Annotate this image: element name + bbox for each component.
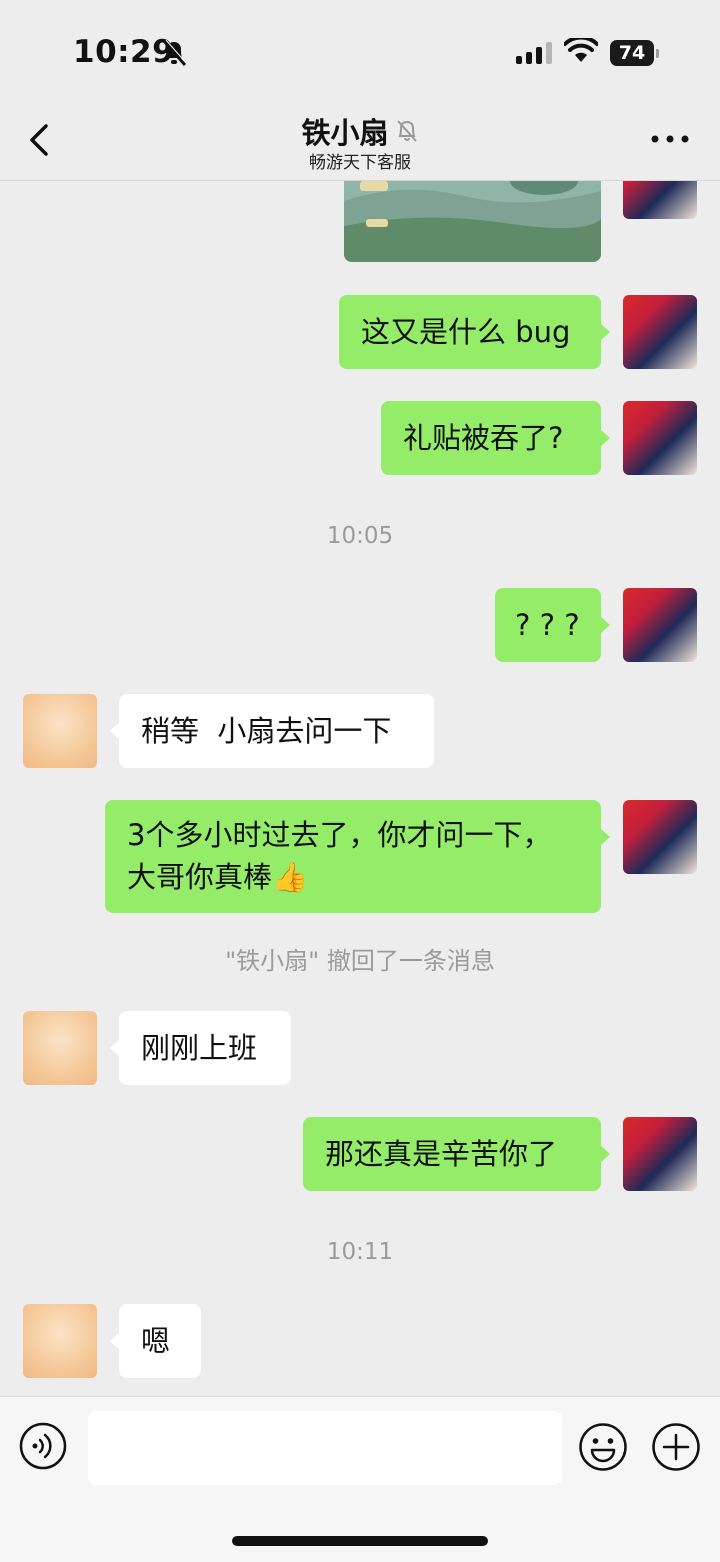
more-options-icon[interactable] bbox=[650, 134, 690, 144]
message-list[interactable]: 这又是什么 bug 礼贴被吞了? 10:05 ? ? ? 稍等 小扇去问一下 3… bbox=[0, 181, 720, 1396]
message-timestamp: 10:05 bbox=[326, 523, 394, 549]
message-text-line-2: 大哥你真棒 bbox=[127, 860, 273, 894]
message-timestamp: 10:11 bbox=[326, 1239, 394, 1265]
message-text: 那还真是辛苦你了 bbox=[325, 1137, 558, 1171]
message-text-line-1: 3个多小时过去了，你才问一下， bbox=[127, 818, 552, 852]
message-text: 刚刚上班 bbox=[141, 1031, 258, 1065]
message-bubble-received[interactable]: 嗯 bbox=[110, 1304, 201, 1378]
emoji-icon[interactable] bbox=[578, 1422, 628, 1472]
battery-indicator: 74 bbox=[610, 40, 659, 66]
mute-bell-icon bbox=[396, 120, 417, 142]
message-text: 嗯 bbox=[141, 1324, 171, 1358]
voice-input-icon[interactable] bbox=[19, 1422, 67, 1470]
status-time: 10:29 bbox=[73, 34, 175, 70]
message-bubble-received[interactable]: 刚刚上班 bbox=[110, 1011, 291, 1085]
home-indicator[interactable] bbox=[232, 1536, 488, 1546]
avatar-me[interactable] bbox=[623, 588, 697, 662]
message-text: 礼贴被吞了? bbox=[403, 421, 564, 455]
avatar-me[interactable] bbox=[623, 1117, 697, 1191]
bell-off-icon bbox=[162, 39, 188, 66]
avatar-contact[interactable] bbox=[23, 1011, 97, 1085]
avatar-contact[interactable] bbox=[23, 1304, 97, 1378]
message-bubble-sent[interactable]: 那还真是辛苦你了 bbox=[303, 1117, 610, 1191]
avatar-me[interactable] bbox=[623, 401, 697, 475]
chat-title: 铁小扇 bbox=[301, 116, 389, 150]
image-message[interactable] bbox=[344, 181, 601, 262]
thumbs-up-emoji: 👍 bbox=[272, 860, 309, 894]
message-bubble-sent[interactable]: 礼贴被吞了? bbox=[381, 401, 610, 475]
avatar-me[interactable] bbox=[623, 800, 697, 874]
avatar-me[interactable] bbox=[623, 181, 697, 219]
message-bubble-sent[interactable]: ? ? ? bbox=[495, 588, 610, 662]
game-screenshot-thumbnail bbox=[344, 181, 601, 262]
cellular-signal-icon bbox=[516, 42, 552, 64]
avatar-contact[interactable] bbox=[23, 694, 97, 768]
plus-icon[interactable] bbox=[651, 1422, 701, 1472]
wifi-icon bbox=[564, 38, 598, 62]
avatar-me[interactable] bbox=[623, 295, 697, 369]
message-bubble-received[interactable]: 稍等 小扇去问一下 bbox=[110, 694, 434, 768]
status-bar: 10:29 74 bbox=[0, 0, 720, 100]
message-input[interactable] bbox=[88, 1411, 562, 1485]
message-text: ? ? ? bbox=[515, 608, 580, 642]
chat-header: 铁小扇 畅游天下客服 bbox=[0, 100, 720, 181]
recall-notice: "铁小扇" 撤回了一条消息 bbox=[225, 947, 495, 975]
message-text: 这又是什么 bug bbox=[361, 315, 571, 349]
chat-subtitle: 畅游天下客服 bbox=[309, 153, 411, 173]
message-bubble-sent[interactable]: 3个多小时过去了，你才问一下， 大哥你真棒👍 bbox=[105, 800, 610, 913]
message-bubble-sent[interactable]: 这又是什么 bug bbox=[339, 295, 610, 369]
message-text: 稍等 小扇去问一下 bbox=[141, 714, 392, 748]
